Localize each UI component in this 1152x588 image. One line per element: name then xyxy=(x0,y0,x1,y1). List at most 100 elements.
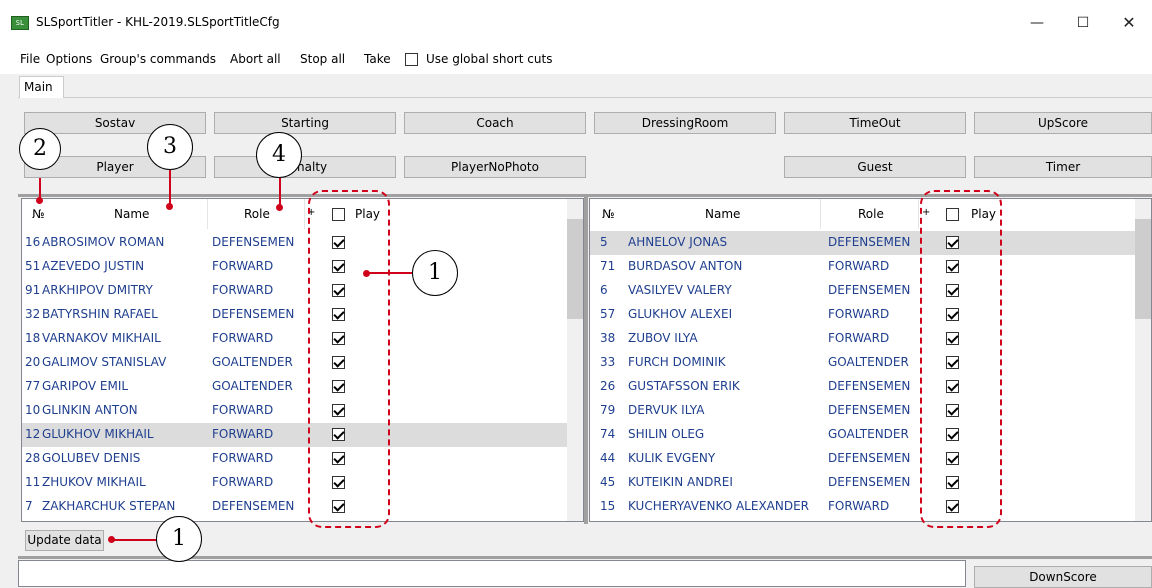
player-role: FORWARD xyxy=(828,331,890,345)
menu-stop-all[interactable]: Stop all xyxy=(300,52,345,66)
col-header-num[interactable]: № xyxy=(32,207,44,221)
maximize-icon[interactable]: ☐ xyxy=(1060,10,1106,36)
col-header-num[interactable]: № xyxy=(602,207,614,221)
table-row[interactable]: 20 GALIMOV STANISLAV GOALTENDER xyxy=(22,351,567,375)
player-role: DEFENSEMEN xyxy=(212,307,295,321)
right-team-grid[interactable]: № Name Role + Play 5 AHNELOV JONAS DEFENSE… xyxy=(589,198,1152,522)
player-name: KUTEIKIN ANDREI xyxy=(628,475,733,489)
guest-button[interactable]: Guest xyxy=(784,156,966,178)
player-role: DEFENSEMEN xyxy=(212,235,295,249)
table-row[interactable]: 45 KUTEIKIN ANDREI DEFENSEMEN xyxy=(590,471,1135,495)
col-header-name[interactable]: Name xyxy=(705,207,740,221)
col-header-role[interactable]: Role xyxy=(244,207,270,221)
player-role: GOALTENDER xyxy=(212,379,293,393)
player-role: FORWARD xyxy=(212,451,274,465)
col-header-name[interactable]: Name xyxy=(114,207,149,221)
play-column-highlight xyxy=(920,190,1002,528)
dressingroom-button[interactable]: DressingRoom xyxy=(594,112,776,134)
player-role: FORWARD xyxy=(212,427,274,441)
player-number: 16 xyxy=(25,235,41,249)
player-role: GOALTENDER xyxy=(212,355,293,369)
table-row[interactable]: 18 VARNAKOV MIKHAIL FORWARD xyxy=(22,327,567,351)
table-row[interactable]: 79 DERVUK ILYA DEFENSEMEN xyxy=(590,399,1135,423)
table-row[interactable]: 44 KULIK EVGENY DEFENSEMEN xyxy=(590,447,1135,471)
player-number: 10 xyxy=(25,403,41,417)
penalty-button[interactable]: Penalty xyxy=(214,156,396,178)
table-row[interactable]: 5 AHNELOV JONAS DEFENSEMEN xyxy=(590,231,1135,255)
col-separator xyxy=(820,199,821,229)
timeout-button[interactable]: TimeOut xyxy=(784,112,966,134)
timer-button[interactable]: Timer xyxy=(974,156,1152,178)
table-row[interactable]: 71 BURDASOV ANTON FORWARD xyxy=(590,255,1135,279)
callout-leader xyxy=(169,170,171,206)
table-row[interactable]: 38 ZUBOV ILYA FORWARD xyxy=(590,327,1135,351)
table-row[interactable]: 6 VASILYEV VALERY DEFENSEMEN xyxy=(590,279,1135,303)
table-row[interactable]: 11 ZHUKOV MIKHAIL FORWARD xyxy=(22,471,567,495)
player-number: 6 xyxy=(600,283,608,297)
table-row[interactable]: 15 KUCHERYAVENKO ALEXANDER FORWARD xyxy=(590,495,1135,519)
update-data-button[interactable]: Update data xyxy=(25,530,104,551)
menu-groups-commands[interactable]: Group's commands xyxy=(100,52,216,66)
player-role: FORWARD xyxy=(212,475,274,489)
col-header-role[interactable]: Role xyxy=(858,207,884,221)
table-row[interactable]: 77 GARIPOV EMIL GOALTENDER xyxy=(22,375,567,399)
table-row[interactable]: 57 GLUKHOV ALEXEI FORWARD xyxy=(590,303,1135,327)
callout-2: 2 xyxy=(19,128,61,170)
menu-options[interactable]: Options xyxy=(46,52,92,66)
callout-3: 3 xyxy=(147,124,193,170)
table-row[interactable]: 33 FURCH DOMINIK GOALTENDER xyxy=(590,351,1135,375)
player-name: VARNAKOV MIKHAIL xyxy=(42,331,161,345)
right-scroll-thumb[interactable] xyxy=(1135,219,1151,319)
menu-take[interactable]: Take xyxy=(364,52,391,66)
minimize-icon[interactable]: — xyxy=(1014,10,1060,36)
close-icon[interactable]: ✕ xyxy=(1106,10,1152,36)
global-shortcuts-checkbox[interactable] xyxy=(405,53,418,66)
player-role: DEFENSEMEN xyxy=(828,451,911,465)
player-number: 44 xyxy=(600,451,616,465)
left-scroll-thumb[interactable] xyxy=(567,219,583,319)
table-row[interactable]: 28 GOLUBEV DENIS FORWARD xyxy=(22,447,567,471)
player-name: VASILYEV VALERY xyxy=(628,283,732,297)
player-number: 32 xyxy=(25,307,41,321)
player-number: 38 xyxy=(600,331,616,345)
table-row[interactable]: 74 SHILIN OLEG GOALTENDER xyxy=(590,423,1135,447)
coach-button[interactable]: Coach xyxy=(404,112,586,134)
player-role: DEFENSEMEN xyxy=(828,475,911,489)
callout-1: 1 xyxy=(156,516,202,562)
menu-abort-all[interactable]: Abort all xyxy=(230,52,281,66)
player-number: 74 xyxy=(600,427,616,441)
player-number: 45 xyxy=(600,475,616,489)
player-role: DEFENSEMEN xyxy=(828,379,911,393)
table-row[interactable]: 26 GUSTAFSSON ERIK DEFENSEMEN xyxy=(590,375,1135,399)
play-column-highlight xyxy=(308,190,390,528)
callout-leader xyxy=(112,539,158,541)
right-scrollbar[interactable] xyxy=(1135,199,1151,521)
table-row[interactable]: 51 AZEVEDO JUSTIN FORWARD xyxy=(22,255,567,279)
table-row[interactable]: 10 GLINKIN ANTON FORWARD xyxy=(22,399,567,423)
menu-file[interactable]: File xyxy=(20,52,40,66)
player-name: GLINKIN ANTON xyxy=(42,403,138,417)
player-name: ZUBOV ILYA xyxy=(628,331,698,345)
menu-bar: File Options Group's commands Abort all … xyxy=(0,46,1152,74)
player-number: 26 xyxy=(600,379,616,393)
table-row[interactable]: 7 ZAKHARCHUK STEPAN DEFENSEMEN xyxy=(22,495,567,519)
playernophoto-button[interactable]: PlayerNoPhoto xyxy=(404,156,586,178)
left-team-grid[interactable]: № Name Role + Play 16 ABROSIMOV ROMAN DEFE… xyxy=(21,198,584,522)
player-number: 15 xyxy=(600,499,616,513)
tab-main[interactable]: Main xyxy=(19,76,64,98)
table-row[interactable]: 32 BATYRSHIN RAFAEL DEFENSEMEN xyxy=(22,303,567,327)
starting-button[interactable]: Starting xyxy=(214,112,396,134)
player-role: GOALTENDER xyxy=(828,355,909,369)
player-number: 28 xyxy=(25,451,41,465)
player-number: 18 xyxy=(25,331,41,345)
upscore-button[interactable]: UpScore xyxy=(974,112,1152,134)
panel-splitter[interactable] xyxy=(584,194,588,524)
table-row[interactable]: 91 ARKHIPOV DMITRY FORWARD xyxy=(22,279,567,303)
downscore-button[interactable]: DownScore xyxy=(974,566,1152,588)
player-role: DEFENSEMEN xyxy=(828,403,911,417)
left-scrollbar[interactable] xyxy=(567,199,583,521)
callout-leader xyxy=(368,272,412,274)
table-row[interactable]: 12 GLUKHOV MIKHAIL FORWARD xyxy=(22,423,567,447)
col-separator xyxy=(207,199,208,229)
table-row[interactable]: 16 ABROSIMOV ROMAN DEFENSEMEN xyxy=(22,231,567,255)
